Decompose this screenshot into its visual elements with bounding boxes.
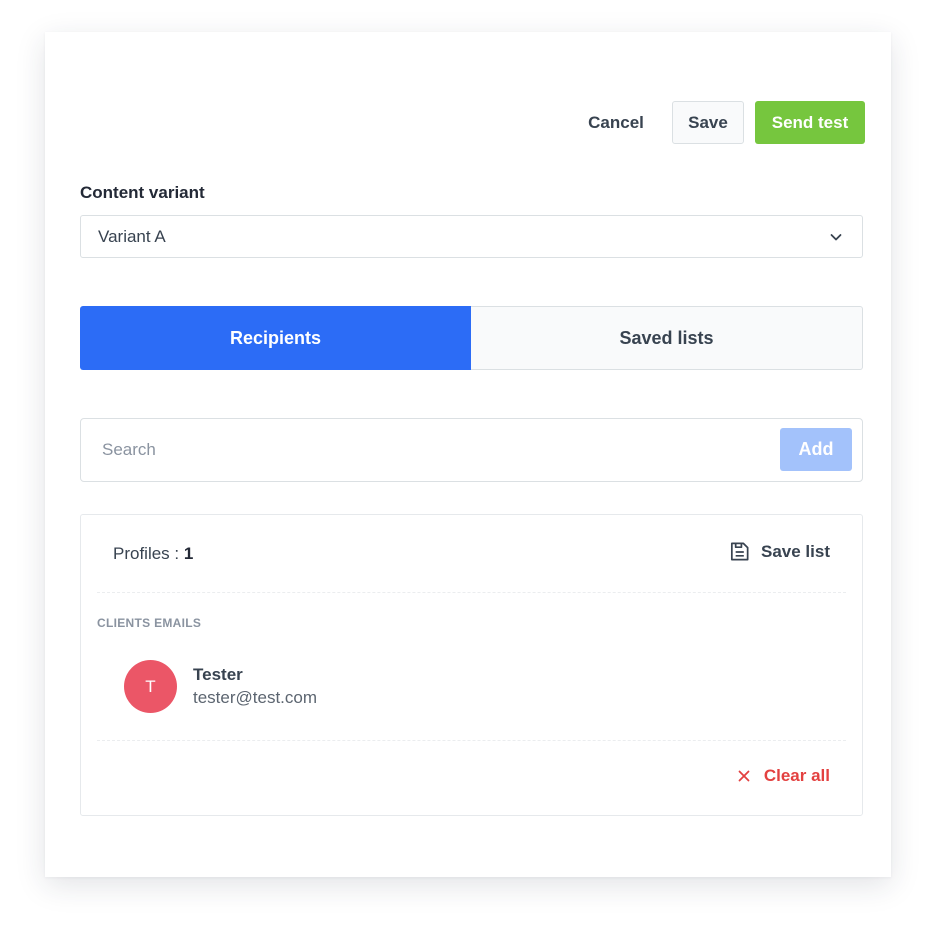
avatar: T [124,660,177,713]
save-button[interactable]: Save [672,101,744,144]
content-variant-value: Variant A [98,226,166,246]
divider [97,740,846,741]
chevron-down-icon [830,234,842,241]
clear-all-button[interactable]: Clear all [738,766,830,786]
tab-recipients[interactable]: Recipients [80,306,471,370]
save-list-button[interactable]: Save list [728,540,830,563]
tab-saved-lists[interactable]: Saved lists [471,306,863,370]
content-variant-select[interactable]: Variant A [80,215,863,258]
profiles-label: Profiles : [113,544,184,563]
contact-email: tester@test.com [193,687,318,707]
send-test-button[interactable]: Send test [755,101,865,144]
add-button[interactable]: Add [780,428,852,471]
profiles-count-value: 1 [183,544,194,563]
search-input[interactable] [82,420,772,480]
contact-name: Tester [193,664,243,684]
contact-details: Tester tester@test.com [193,664,317,710]
profiles-count: Profiles : 1 [113,544,193,564]
divider [97,592,846,593]
close-icon [738,770,750,782]
cancel-button[interactable]: Cancel [575,101,657,144]
content-variant-label: Content variant [80,183,205,202]
save-list-icon [730,542,749,561]
send-test-dialog: Cancel Save Send test Content variant Va… [45,32,891,877]
recipient-tabs: Recipients Saved lists [80,306,863,370]
save-list-label: Save list [761,541,830,561]
list-item: T Tester tester@test.com [124,660,317,713]
section-title: CLIENTS EMAILS [97,616,202,630]
clear-all-label: Clear all [763,766,830,785]
search-box: Add [80,418,863,482]
recipients-panel: Profiles : 1 Save list CLIENTS EMAILS T … [80,514,863,816]
